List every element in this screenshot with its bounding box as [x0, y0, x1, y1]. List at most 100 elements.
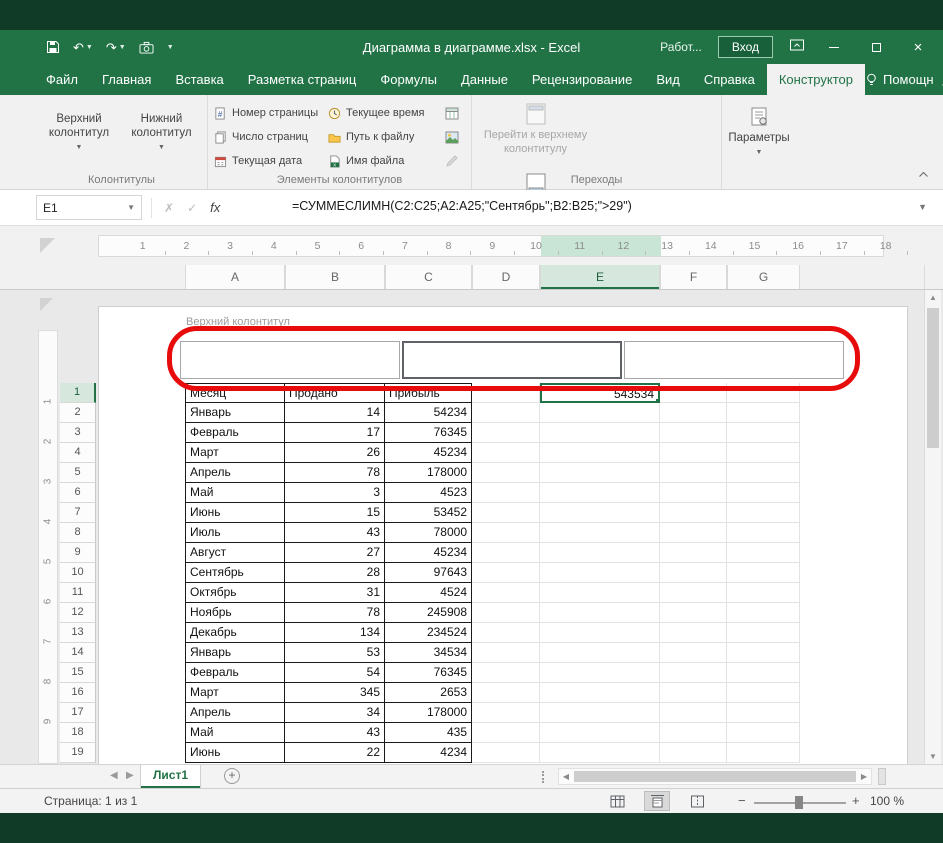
undo-button[interactable]: ↶ ▼ [73, 41, 93, 54]
cell-F11[interactable] [660, 583, 727, 603]
cell-G1[interactable] [727, 383, 800, 403]
cell-G6[interactable] [727, 483, 800, 503]
cell-D10[interactable] [472, 563, 540, 583]
row-header-1[interactable]: 1 [60, 383, 96, 403]
column-header-d[interactable]: D [472, 265, 540, 289]
cell-E4[interactable] [540, 443, 660, 463]
row-header-6[interactable]: 6 [60, 483, 96, 503]
cell-C5[interactable]: 178000 [385, 463, 472, 483]
cell-B8[interactable]: 43 [285, 523, 385, 543]
row-header-8[interactable]: 8 [60, 523, 96, 543]
cell-D8[interactable] [472, 523, 540, 543]
picture-button[interactable] [438, 129, 466, 146]
cell-G5[interactable] [727, 463, 800, 483]
page-number-button[interactable]: # Номер страницы [212, 105, 324, 122]
cell-A18[interactable]: Май [185, 723, 285, 743]
view-page-layout-button[interactable] [644, 791, 670, 811]
scroll-down-icon[interactable]: ▼ [925, 752, 941, 761]
cell-B5[interactable]: 78 [285, 463, 385, 483]
cell-A12[interactable]: Ноябрь [185, 603, 285, 623]
cell-D17[interactable] [472, 703, 540, 723]
row-header-18[interactable]: 18 [60, 723, 96, 743]
ribbon-display-options-button[interactable] [789, 38, 805, 57]
cell-A3[interactable]: Февраль [185, 423, 285, 443]
header-box-left[interactable] [180, 341, 400, 379]
cell-B7[interactable]: 15 [285, 503, 385, 523]
horizontal-scrollbar[interactable]: ◀ ▶ [558, 768, 872, 785]
cell-G11[interactable] [727, 583, 800, 603]
cell-C9[interactable]: 45234 [385, 543, 472, 563]
cell-F18[interactable] [660, 723, 727, 743]
tab-review[interactable]: Рецензирование [520, 64, 644, 95]
cell-F9[interactable] [660, 543, 727, 563]
column-header-e[interactable]: E [540, 265, 660, 289]
cell-D2[interactable] [472, 403, 540, 423]
file-path-button[interactable]: Путь к файлу [326, 129, 436, 146]
cell-B3[interactable]: 17 [285, 423, 385, 443]
close-button[interactable]: × [905, 39, 931, 56]
cell-E17[interactable] [540, 703, 660, 723]
tab-insert[interactable]: Вставка [163, 64, 235, 95]
sheet-name-button[interactable] [438, 105, 466, 122]
row-header-2[interactable]: 2 [60, 403, 96, 423]
cell-E10[interactable] [540, 563, 660, 583]
fill-handle[interactable] [655, 398, 658, 401]
cell-D14[interactable] [472, 643, 540, 663]
tab-formulas[interactable]: Формулы [368, 64, 449, 95]
cell-B4[interactable]: 26 [285, 443, 385, 463]
cell-C7[interactable]: 53452 [385, 503, 472, 523]
sheet-tab-list1[interactable]: Лист1 [140, 765, 202, 788]
cell-D13[interactable] [472, 623, 540, 643]
formula-bar-expand-button[interactable]: ▼ [918, 202, 927, 212]
cell-B12[interactable]: 78 [285, 603, 385, 623]
horizontal-scroll-thumb[interactable] [574, 771, 856, 782]
cell-G14[interactable] [727, 643, 800, 663]
tab-home[interactable]: Главная [90, 64, 163, 95]
add-sheet-button[interactable]: + [224, 768, 240, 784]
current-date-button[interactable]: Текущая дата [212, 153, 324, 170]
cell-E11[interactable] [540, 583, 660, 603]
sheet-nav-prev-button[interactable]: ◀ [110, 770, 118, 781]
save-button[interactable] [46, 40, 60, 54]
row-header-11[interactable]: 11 [60, 583, 96, 603]
cell-D16[interactable] [472, 683, 540, 703]
row-header-12[interactable]: 12 [60, 603, 96, 623]
cell-E14[interactable] [540, 643, 660, 663]
cell-G15[interactable] [727, 663, 800, 683]
cell-E7[interactable] [540, 503, 660, 523]
cell-C16[interactable]: 2653 [385, 683, 472, 703]
column-header-c[interactable]: C [385, 265, 472, 289]
insert-function-button[interactable]: fx [210, 200, 220, 215]
cell-G4[interactable] [727, 443, 800, 463]
cell-C2[interactable]: 54234 [385, 403, 472, 423]
minimize-button[interactable] [821, 39, 847, 56]
cell-B17[interactable]: 34 [285, 703, 385, 723]
cell-A17[interactable]: Апрель [185, 703, 285, 723]
cell-G19[interactable] [727, 743, 800, 763]
cell-D12[interactable] [472, 603, 540, 623]
header-box-center[interactable] [402, 341, 622, 379]
cell-G13[interactable] [727, 623, 800, 643]
cell-A15[interactable]: Февраль [185, 663, 285, 683]
cell-D18[interactable] [472, 723, 540, 743]
options-button[interactable]: Параметры ▼ [726, 98, 792, 166]
cell-E1[interactable]: 543534 [540, 383, 660, 403]
footer-dropdown-button[interactable]: Нижний колонтитул ▼ [122, 98, 200, 166]
row-header-16[interactable]: 16 [60, 683, 96, 703]
cell-B11[interactable]: 31 [285, 583, 385, 603]
cell-A16[interactable]: Март [185, 683, 285, 703]
row-header-15[interactable]: 15 [60, 663, 96, 683]
cell-F6[interactable] [660, 483, 727, 503]
cell-F8[interactable] [660, 523, 727, 543]
cell-E18[interactable] [540, 723, 660, 743]
qat-customize-button[interactable]: ▼ [167, 44, 174, 51]
cell-C6[interactable]: 4523 [385, 483, 472, 503]
tab-view[interactable]: Вид [644, 64, 692, 95]
tab-help[interactable]: Справка [692, 64, 767, 95]
cell-F1[interactable] [660, 383, 727, 403]
tab-page-layout[interactable]: Разметка страниц [236, 64, 369, 95]
cell-A2[interactable]: Январь [185, 403, 285, 423]
cell-B19[interactable]: 22 [285, 743, 385, 763]
cell-G10[interactable] [727, 563, 800, 583]
name-box[interactable]: E1 ▼ [36, 195, 142, 220]
